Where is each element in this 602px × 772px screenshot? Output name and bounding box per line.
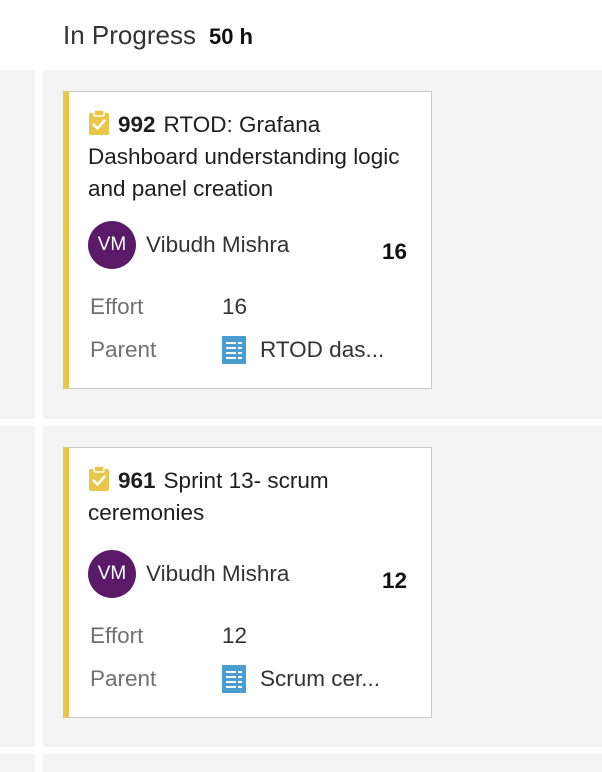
parent-title: Scrum cer... <box>260 666 381 691</box>
card-id: 961 <box>118 468 156 493</box>
effort-label: Effort <box>90 294 144 319</box>
assignee-name: Vibudh Mishra <box>146 561 290 586</box>
parent-label: Parent <box>90 337 157 362</box>
parent-link[interactable]: Scrum cer... <box>222 665 380 693</box>
assignee-name: Vibudh Mishra <box>146 232 290 257</box>
swimlane <box>43 754 602 772</box>
document-icon <box>222 665 246 693</box>
column-header: In Progress 50 h <box>63 20 253 56</box>
card-title[interactable]: 961 Sprint 13- scrum ceremonies <box>88 465 411 529</box>
parent-label: Parent <box>90 666 157 691</box>
story-points: 16 <box>381 239 407 264</box>
parent-link[interactable]: RTOD das... <box>222 336 384 364</box>
effort-label: Effort <box>90 623 144 648</box>
avatar: VM <box>88 221 136 269</box>
parent-title: RTOD das... <box>260 337 385 362</box>
column-title: In Progress <box>63 20 196 50</box>
task-clipboard-icon <box>89 466 109 491</box>
story-points: 12 <box>381 568 407 593</box>
avatar: VM <box>88 550 136 598</box>
adjacent-lane <box>0 426 35 747</box>
adjacent-lane <box>0 754 35 772</box>
effort-value[interactable]: 16 <box>222 294 247 320</box>
work-item-card[interactable]: 992 RTOD: Grafana Dashboard understanding… <box>63 91 432 389</box>
card-title[interactable]: 992 RTOD: Grafana Dashboard understanding… <box>88 109 411 205</box>
task-clipboard-icon <box>89 110 109 135</box>
adjacent-lane <box>0 70 35 419</box>
card-id: 992 <box>118 112 156 137</box>
column-total-hours: 50 h <box>208 24 253 49</box>
assignee[interactable]: VM Vibudh Mishra <box>88 550 289 598</box>
assignee[interactable]: VM Vibudh Mishra <box>88 221 289 269</box>
work-item-card[interactable]: 961 Sprint 13- scrum ceremonies VM Vibudh… <box>63 447 432 718</box>
effort-value[interactable]: 12 <box>222 623 247 649</box>
document-icon <box>222 336 246 364</box>
